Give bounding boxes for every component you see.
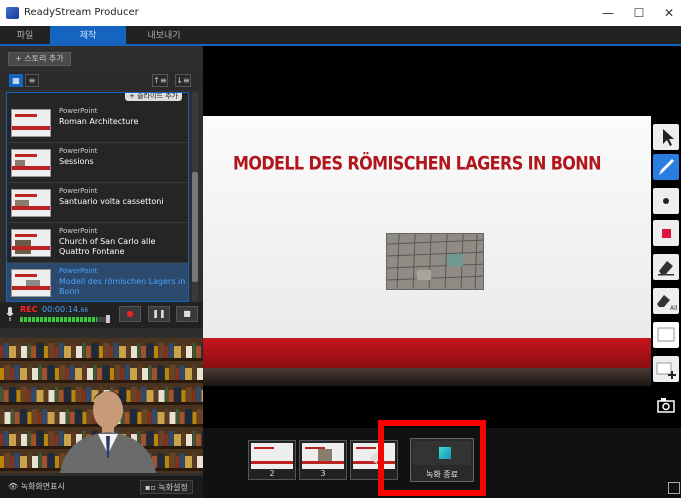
presenter-video bbox=[0, 338, 203, 473]
move-down-icon[interactable]: ↓≡ bbox=[175, 74, 191, 87]
strip-play-indicator-icon bbox=[369, 452, 377, 464]
slide-type-label: PowerPoint bbox=[59, 107, 98, 115]
maximize-button[interactable]: ☐ bbox=[627, 4, 651, 22]
color-swatch-icon[interactable] bbox=[653, 220, 679, 246]
slide-title: MODELL DES RÖMISCHEN LAGERS IN BONN bbox=[233, 152, 602, 174]
dot-icon[interactable] bbox=[653, 188, 679, 214]
left-panel: + 스토리 추가 ▦ ≡ ↑≡ ↓≡ + 슬라이드 추가 PowerPoint … bbox=[0, 46, 203, 498]
add-slide-button[interactable]: + 슬라이드 추가 bbox=[125, 93, 182, 101]
slide-image bbox=[386, 233, 484, 290]
slide-list: + 슬라이드 추가 PowerPoint Roman Architecture … bbox=[6, 92, 189, 302]
slide-name-label: Church of San Carlo alle Quattro Fontane bbox=[59, 237, 156, 256]
tab-file[interactable]: 파일 bbox=[0, 26, 50, 46]
pointer-icon[interactable] bbox=[653, 124, 679, 150]
eraser-all-icon[interactable]: All bbox=[653, 288, 679, 314]
menu-bar: 파일 제작 내보내기 bbox=[0, 26, 681, 46]
slide-type-label: PowerPoint bbox=[59, 187, 98, 195]
slide-name-label: Roman Architecture bbox=[59, 117, 139, 126]
stop-button[interactable]: ■ bbox=[176, 306, 198, 322]
slide-stage: MODELL DES RÖMISCHEN LAGERS IN BONN bbox=[203, 46, 651, 428]
thumbnail-view-icon[interactable]: ▦ bbox=[9, 74, 23, 87]
svg-text:All: All bbox=[670, 305, 678, 312]
fullscreen-icon[interactable] bbox=[668, 482, 680, 494]
pause-button[interactable]: ❚❚ bbox=[148, 306, 170, 322]
slide-name-label: Santuario volta cassettoni bbox=[59, 197, 164, 206]
close-button[interactable]: ✕ bbox=[657, 4, 681, 22]
slide-list-scrollbar[interactable] bbox=[192, 92, 198, 302]
recording-time: 00:00:14.66 bbox=[42, 305, 89, 314]
slide-thumbnail bbox=[11, 189, 51, 217]
add-board-icon[interactable] bbox=[653, 356, 679, 382]
slide-thumbnail bbox=[11, 149, 51, 177]
list-item[interactable]: PowerPoint Church of San Carlo alle Quat… bbox=[7, 223, 188, 263]
volume-slider-handle[interactable] bbox=[106, 315, 110, 323]
list-item[interactable]: PowerPoint Sessions bbox=[7, 143, 188, 183]
audio-level-meter bbox=[20, 317, 110, 322]
microphone-icon[interactable] bbox=[6, 307, 14, 321]
strip-thumbnail-number: 2 bbox=[269, 469, 275, 478]
current-slide[interactable]: MODELL DES RÖMISCHEN LAGERS IN BONN bbox=[203, 116, 651, 386]
strip-thumbnail[interactable]: 2 bbox=[248, 440, 296, 480]
move-up-icon[interactable]: ↑≡ bbox=[152, 74, 168, 87]
slide-type-label: PowerPoint bbox=[59, 147, 98, 155]
app-logo-icon bbox=[6, 7, 19, 19]
tab-produce[interactable]: 제작 bbox=[50, 26, 126, 46]
webcam-preview bbox=[0, 338, 203, 473]
slide-thumbnail bbox=[11, 269, 51, 297]
list-item[interactable]: PowerPoint Modell des römischen Lagers i… bbox=[7, 263, 188, 301]
tab-export[interactable]: 내보내기 bbox=[126, 26, 202, 46]
recording-controls: REC 00:00:14.66 ● ❚❚ ■ bbox=[0, 302, 203, 328]
title-bar: ReadyStream Producer — ☐ ✕ bbox=[0, 0, 681, 26]
webcam-footer: 👁 녹화화면표시 ▪▫ 녹화설정 bbox=[0, 476, 203, 498]
whiteboard-icon[interactable] bbox=[653, 322, 679, 348]
eraser-icon[interactable] bbox=[653, 254, 679, 280]
slide-thumbnail bbox=[11, 229, 51, 257]
show-recording-screen-button[interactable]: 👁 녹화화면표시 bbox=[8, 480, 65, 494]
recording-settings-button[interactable]: ▪▫ 녹화설정 bbox=[140, 480, 193, 494]
list-item[interactable]: PowerPoint Roman Architecture bbox=[7, 103, 188, 143]
list-view-icon[interactable]: ≡ bbox=[25, 74, 39, 87]
capture-icon[interactable] bbox=[653, 392, 679, 418]
slide-thumbnail bbox=[11, 109, 51, 137]
add-story-button[interactable]: + 스토리 추가 bbox=[8, 52, 71, 66]
minimize-button[interactable]: — bbox=[596, 4, 620, 22]
strip-thumbnail-number: 3 bbox=[320, 469, 326, 478]
list-item[interactable]: PowerPoint Santuario volta cassettoni bbox=[7, 183, 188, 223]
slide-name-label: Modell des römischen Lagers in Bonn bbox=[59, 277, 186, 296]
slide-footer-image bbox=[203, 368, 651, 386]
slide-type-label: PowerPoint bbox=[59, 267, 98, 275]
slide-red-band bbox=[203, 338, 651, 368]
highlight-box bbox=[378, 420, 486, 496]
slide-type-label: PowerPoint bbox=[59, 227, 98, 235]
pen-icon[interactable] bbox=[653, 154, 679, 180]
drawing-toolbar: All bbox=[651, 124, 681, 424]
view-toolbar: ▦ ≡ ↑≡ ↓≡ bbox=[0, 72, 203, 90]
strip-thumbnail[interactable]: 3 bbox=[299, 440, 347, 480]
record-button[interactable]: ● bbox=[119, 306, 141, 322]
window-title: ReadyStream Producer bbox=[24, 7, 139, 18]
slide-name-label: Sessions bbox=[59, 157, 94, 166]
rec-indicator: REC bbox=[20, 305, 38, 314]
